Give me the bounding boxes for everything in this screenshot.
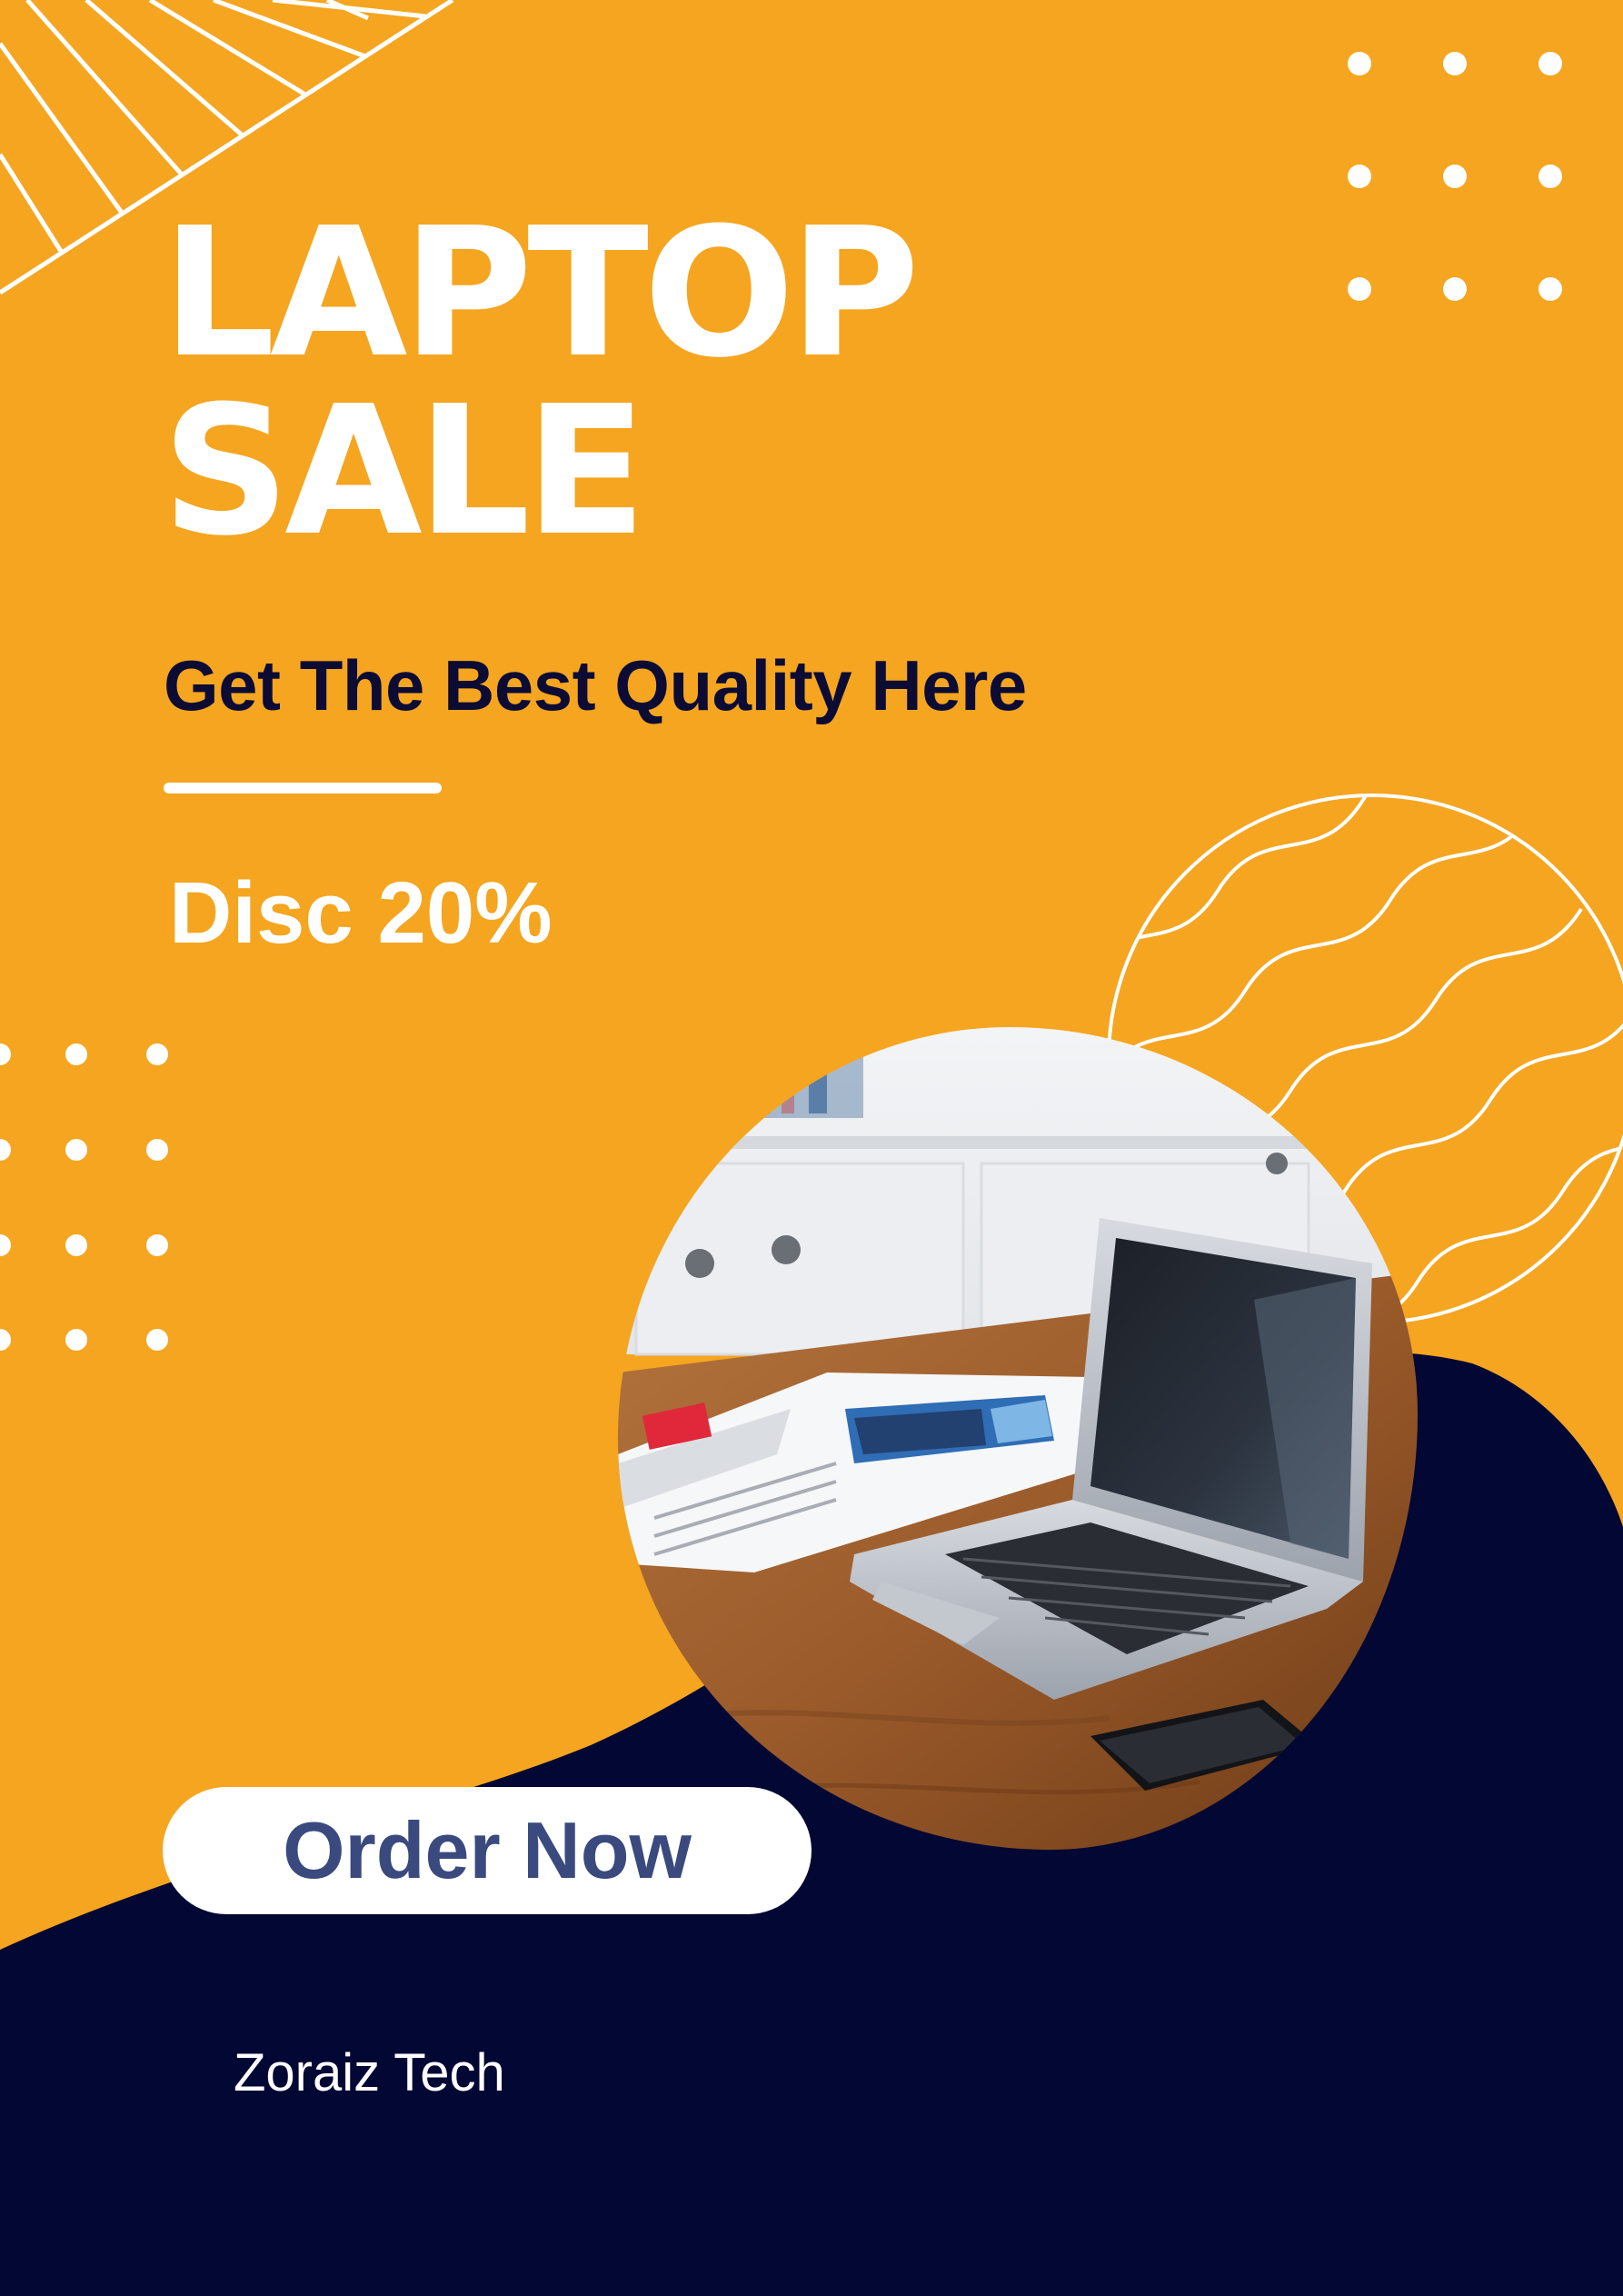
divider-line xyxy=(164,783,442,794)
dots-grid-top-right xyxy=(1348,52,1562,301)
headline-line-2: SALE xyxy=(162,368,647,575)
discount-label: Disc 20% xyxy=(169,864,553,962)
sale-poster: LAPTOP SALE Get The Best Quality Here Di… xyxy=(0,0,1623,2296)
tagline: Get The Best Quality Here xyxy=(164,645,1027,725)
order-now-button[interactable]: Order Now xyxy=(163,1787,812,1914)
sale-headline: LAPTOP SALE xyxy=(162,190,920,575)
brand-name: Zoraiz Tech xyxy=(234,2043,505,2102)
dots-grid-left xyxy=(0,1043,168,1351)
headline-line-1: LAPTOP xyxy=(162,190,920,397)
